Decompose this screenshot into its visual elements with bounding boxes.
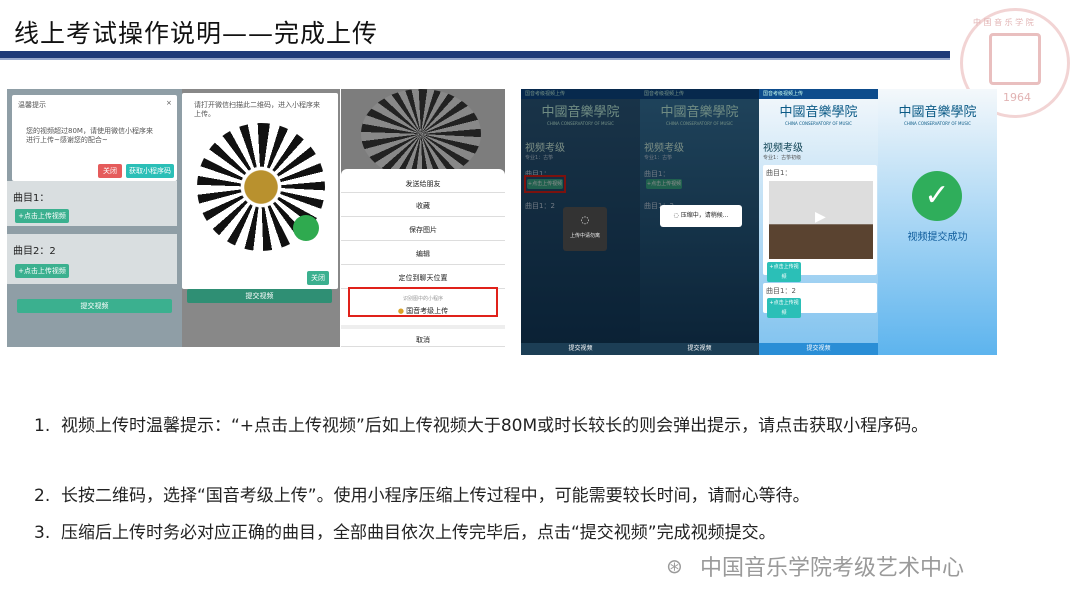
close-dialog-button[interactable]: 关闭: [98, 164, 122, 178]
video-item-card-2: 曲目1：2 +点击上传视频: [763, 283, 877, 318]
upload-video-button[interactable]: +点击上传视频: [767, 262, 801, 282]
screenshot-upload-phones: 国音考级视频上传 中國音樂學院 CHINA CONSERVATORY OF MU…: [521, 89, 997, 355]
phone-screen-4: 中國音樂學院 CHINA CONSERVATORY OF MUSIC ✓ 视频提…: [878, 89, 997, 355]
menu-item-save-image[interactable]: 保存图片: [341, 219, 505, 241]
screenshot-qr-code: 请打开微信扫描此二维码，进入小程序来上传。 关闭 提交视频: [182, 89, 340, 347]
wechat-watermark: ⊛ 中国音乐学院考级艺术中心: [666, 550, 965, 582]
video-thumbnail[interactable]: ▶: [769, 181, 873, 259]
action-sheet: 发送给朋友 收藏 保存图片 编辑 定位到聊天位置 识别图中的小程序 ● 国音考级…: [341, 169, 505, 351]
upload-video-button-2[interactable]: +点击上传视频: [15, 264, 69, 278]
miniprogram-icon: [293, 215, 319, 241]
phone-screen-3: 国音考级视频上传 中國音樂學院 CHINA CONSERVATORY OF MU…: [759, 89, 878, 355]
major-line: 专业1：古筝初级: [763, 155, 802, 161]
menu-item-locate[interactable]: 定位到聊天位置: [341, 267, 505, 289]
qr-close-button[interactable]: 关闭: [307, 271, 329, 285]
phone-header: 国音考级视频上传: [759, 89, 878, 99]
instruction-text: 视频上传时温馨提示：“+点击上传视频”后如上传视频大于80M或时长较长的则会弹出…: [61, 416, 929, 436]
submit-footer[interactable]: 提交视频: [759, 343, 878, 355]
qr-code-background: [361, 89, 481, 179]
school-logo-sub: CHINA CONSERVATORY OF MUSIC: [904, 121, 971, 126]
upload-video-button-2[interactable]: +点击上传视频: [767, 298, 801, 318]
instruction-text: 压缩后上传时务必对应正确的曲目，全部曲目依次上传完毕后，点击“提交视频”完成视频…: [61, 523, 776, 543]
get-miniprogram-code-button[interactable]: 获取小程序码: [126, 164, 174, 178]
submit-footer[interactable]: 提交视频: [521, 343, 640, 355]
item-label: 曲目1：: [766, 169, 792, 177]
qr-hint: 请打开微信扫描此二维码，进入小程序来上传。: [194, 101, 320, 118]
instruction-text: 长按二维码，选择“国音考级上传”。使用小程序压缩上传过程中，可能需要较长时间，请…: [61, 486, 810, 506]
menu-item-favorite[interactable]: 收藏: [341, 195, 505, 217]
instruction-number: 3.: [34, 523, 51, 543]
dialog-title: 温馨提示: [18, 101, 46, 109]
success-text: 视频提交成功: [907, 232, 968, 243]
header-bar-accent: [0, 58, 950, 60]
menu-item-edit[interactable]: 编辑: [341, 243, 505, 265]
school-logo-sub: CHINA CONSERVATORY OF MUSIC: [785, 121, 852, 126]
school-logo-text: 中國音樂學院: [779, 105, 858, 120]
spinner-icon: ◌: [673, 212, 679, 219]
uploading-toast: ◌ 上传中请勿离: [563, 207, 607, 251]
upload-video-button-1[interactable]: +点击上传视频: [15, 209, 69, 223]
phone-header: [878, 89, 997, 99]
highlight-box: [348, 287, 498, 317]
page-title: 线上考试操作说明——完成上传: [14, 19, 379, 48]
spinner-icon: ◌: [580, 215, 590, 226]
menu-item-send[interactable]: 发送给朋友: [341, 175, 505, 193]
compressing-toast: ◌ 压缩中，请稍候...: [660, 205, 742, 227]
watermark-text: 中国音乐学院考级艺术中心: [700, 556, 965, 581]
success-check-icon: ✓: [912, 171, 962, 221]
submit-video-button-dim: 提交视频: [187, 289, 332, 303]
play-icon[interactable]: ▶: [815, 209, 826, 225]
instruction-number: 2.: [34, 486, 51, 506]
submit-video-button[interactable]: 提交视频: [17, 299, 172, 313]
header-bar: [0, 51, 950, 58]
video-item-card: 曲目1： ▶ +点击上传视频: [763, 165, 877, 282]
wechat-icon: ⊛: [666, 554, 683, 578]
exam-item-card-2: 曲目2：2 +点击上传视频: [7, 234, 177, 284]
compressing-text: 压缩中，请稍候...: [680, 212, 729, 219]
close-icon[interactable]: ×: [166, 99, 172, 107]
item-label-2: 曲目1：2: [766, 287, 796, 295]
seal-rim-text: 中 国 音 乐 学 院: [973, 18, 1034, 27]
phone-screen-2: 国音考级视频上传 中國音樂學院 CHINA CONSERVATORY OF MU…: [640, 89, 759, 355]
instruction-number: 1.: [34, 416, 51, 436]
exam-item-card-1: 曲目1： +点击上传视频: [7, 181, 177, 226]
submit-footer[interactable]: 提交视频: [640, 343, 759, 355]
item-label-1: 曲目1：: [13, 193, 50, 204]
seal-emblem-icon: [989, 33, 1041, 85]
qr-code-image[interactable]: [197, 123, 325, 251]
seal-year: 1964: [1003, 91, 1031, 104]
item-label-2: 曲目2：2: [13, 246, 56, 257]
dialog-message: 您的视频超过80M，请使用微信小程序来进行上传~感谢您的配合~: [26, 127, 153, 144]
phone-screen-1: 国音考级视频上传 中國音樂學院 CHINA CONSERVATORY OF MU…: [521, 89, 640, 355]
school-logo-text: 中國音樂學院: [898, 105, 977, 120]
warm-tip-dialog: 温馨提示 × 您的视频超过80M，请使用微信小程序来进行上传~感谢您的配合~ 关…: [12, 95, 177, 181]
menu-item-cancel[interactable]: 取消: [341, 325, 505, 347]
qr-dialog: 请打开微信扫描此二维码，进入小程序来上传。 关闭: [182, 93, 338, 289]
screenshot-long-press-menu: 发送给朋友 收藏 保存图片 编辑 定位到聊天位置 识别图中的小程序 ● 国音考级…: [341, 89, 505, 351]
phone-title: 视频考级: [763, 143, 803, 154]
uploading-text: 上传中请勿离: [569, 233, 600, 239]
